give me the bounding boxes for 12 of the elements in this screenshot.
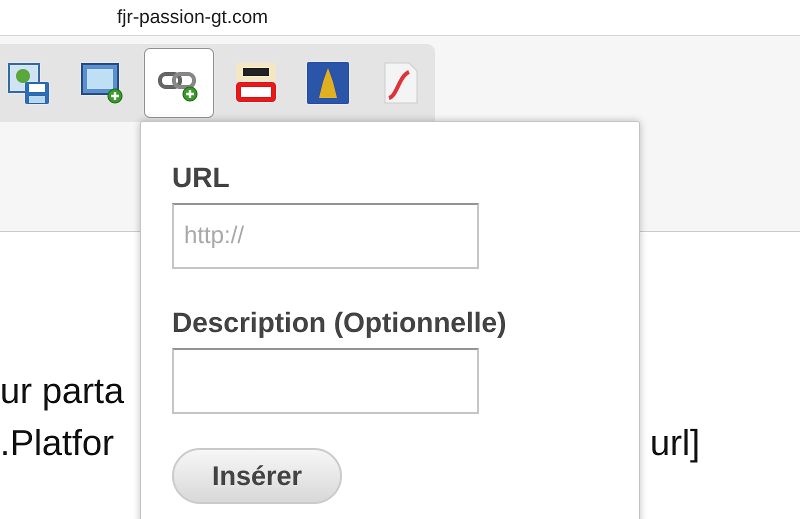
- address-url[interactable]: fjr-passion-gt.com: [117, 6, 268, 28]
- url-field[interactable]: http://: [172, 203, 479, 269]
- link-add-button[interactable]: [144, 48, 214, 118]
- field-label: URL: [172, 162, 231, 194]
- insert-button[interactable]: Insérer: [172, 448, 342, 504]
- description-field[interactable]: [172, 348, 479, 414]
- editor-text: ur parta: [0, 370, 124, 411]
- editor-text: url]: [650, 422, 700, 464]
- tower-icon: [305, 60, 351, 106]
- field-label: Description (Optionnelle): [172, 307, 508, 339]
- image-add-icon: [79, 60, 125, 106]
- editor-text: .Platfor: [0, 422, 114, 463]
